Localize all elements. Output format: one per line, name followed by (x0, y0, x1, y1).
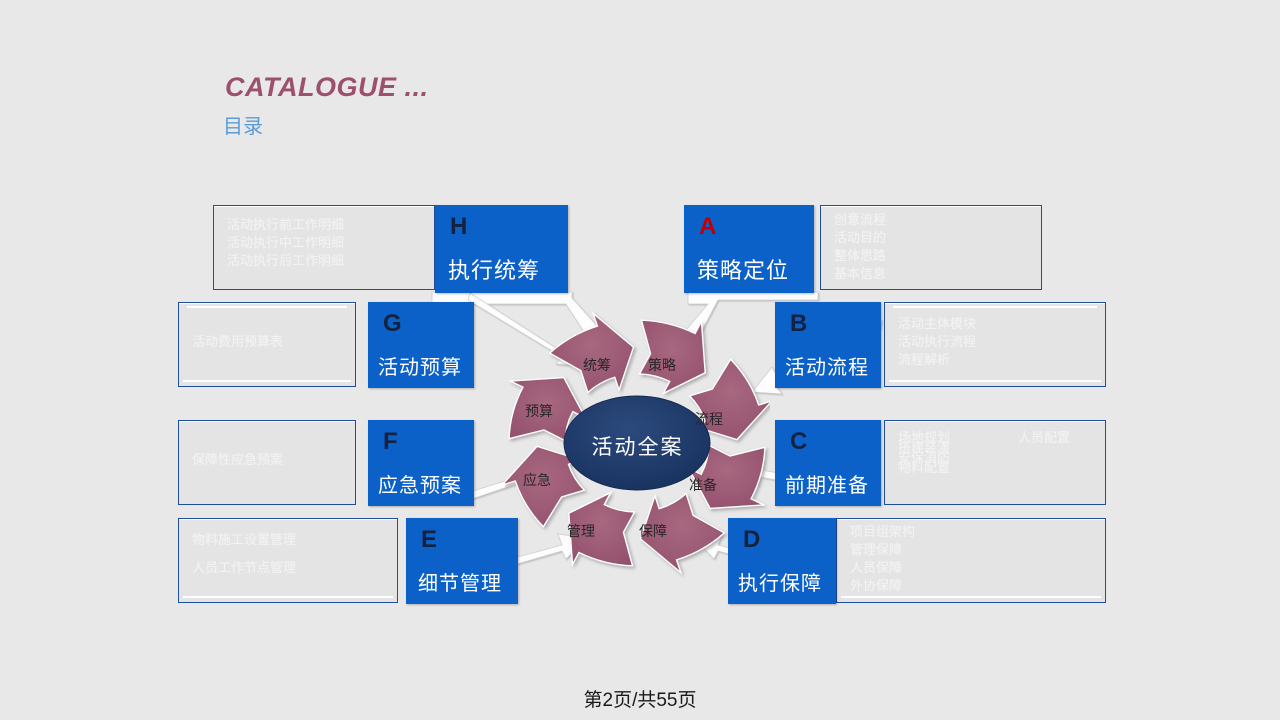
section-box-A[interactable]: A 策略定位 (684, 205, 814, 293)
section-letter-C: C (790, 428, 808, 455)
detail-text-E-1: 人员工作节点管理 (192, 560, 297, 575)
section-letter-E: E (421, 526, 438, 553)
detail-text-B-0: 活动主体模块 (898, 316, 977, 331)
section-label-D: 执行保障 (738, 573, 822, 595)
detail-text-C-3: 物料配置 (898, 460, 951, 475)
detail-text-B-2: 流程解析 (898, 352, 951, 367)
page-title-chinese: 目录 (223, 116, 263, 138)
section-letter-B: B (790, 310, 808, 337)
wheel-label-tongchou: 统筹 (583, 357, 611, 373)
detail-text-D-2: 人员保障 (850, 560, 903, 575)
detail-box-C: 场地规划 搭建装潢 安保消防 物料配置 人员配置 (884, 420, 1106, 505)
wheel-center-label: 活动全案 (591, 436, 684, 459)
section-box-H[interactable]: H 执行统筹 (435, 205, 568, 293)
detail-text-A-2: 整体思路 (834, 248, 887, 263)
section-label-B: 活动流程 (785, 357, 869, 379)
highlight-line-bottom-E (183, 596, 393, 598)
section-box-D[interactable]: D 执行保障 (728, 518, 836, 604)
detail-text-H-2: 活动执行后工作明细 (227, 253, 345, 268)
highlight-line-bottom-D (841, 596, 1101, 598)
section-label-H: 执行统筹 (448, 258, 541, 283)
detail-text-C-extra-0: 人员配置 (1018, 430, 1071, 445)
wheel-label-baozhang: 保障 (639, 523, 667, 539)
section-box-B[interactable]: B 活动流程 (775, 302, 881, 388)
wheel-label-celve: 策略 (648, 357, 676, 373)
detail-text-D-0: 项目组架构 (850, 524, 916, 539)
section-box-G[interactable]: G 活动预算 (368, 302, 474, 388)
detail-text-A-1: 活动目的 (834, 230, 887, 245)
detail-box-D: 项目组架构 管理保障 人员保障 外协保障 (836, 518, 1106, 603)
section-label-F: 应急预案 (378, 475, 462, 497)
highlight-line-bottom-B (889, 380, 1101, 382)
detail-text-F-0: 保障性应急预案 (192, 452, 284, 467)
wheel-label-zhunbei: 准备 (689, 477, 717, 493)
section-label-C: 前期准备 (785, 475, 869, 497)
section-box-F[interactable]: F 应急预案 (368, 420, 474, 506)
detail-text-A-3: 基本信息 (834, 266, 887, 281)
section-box-C[interactable]: C 前期准备 (775, 420, 881, 506)
detail-text-A-0: 创意流程 (834, 212, 887, 227)
section-label-A: 策略定位 (697, 258, 790, 283)
detail-box-A: 创意流程 活动目的 整体思路 基本信息 (820, 205, 1042, 290)
detail-text-D-1: 管理保障 (850, 542, 903, 557)
highlight-line-top-G (187, 306, 347, 308)
section-letter-H: H (450, 213, 468, 240)
detail-text-B-1: 活动执行流程 (898, 334, 977, 349)
section-letter-D: D (743, 526, 761, 553)
page-footer: 第2页/共55页 (583, 690, 697, 711)
wheel-label-liucheng: 流程 (695, 411, 723, 427)
detail-text-H-1: 活动执行中工作明细 (227, 235, 345, 250)
wheel-label-yusuan: 预算 (525, 403, 553, 419)
page-title-english: CATALOGUE ... (225, 72, 429, 102)
section-letter-F: F (383, 428, 398, 455)
section-box-E[interactable]: E 细节管理 (406, 518, 518, 604)
section-label-G: 活动预算 (378, 357, 462, 379)
detail-text-D-3: 外协保障 (850, 578, 903, 593)
detail-text-G-0: 活动费用预算表 (192, 334, 284, 349)
detail-box-G: 活动费用预算表 (178, 302, 356, 387)
highlight-line-top-B (893, 306, 1097, 308)
wheel-label-guanli: 管理 (567, 523, 595, 539)
detail-box-F: 保障性应急预案 (178, 420, 356, 505)
slide-canvas: CATALOGUE ... 目录 活动执行前工作明细 活动执行中工作明细 活动执… (0, 0, 1280, 720)
detail-text-H-0: 活动执行前工作明细 (227, 217, 345, 232)
wheel-label-yingji: 应急 (523, 472, 551, 488)
highlight-line-bottom-G (183, 380, 351, 382)
section-letter-G: G (383, 310, 402, 337)
detail-box-B: 活动主体模块 活动执行流程 流程解析 (884, 302, 1106, 387)
detail-box-E: 物料施工设置管理 人员工作节点管理 (178, 518, 398, 603)
section-label-E: 细节管理 (418, 573, 502, 595)
detail-box-H: 活动执行前工作明细 活动执行中工作明细 活动执行后工作明细 (213, 205, 435, 290)
section-letter-A: A (699, 213, 717, 240)
detail-text-E-0: 物料施工设置管理 (192, 532, 297, 547)
